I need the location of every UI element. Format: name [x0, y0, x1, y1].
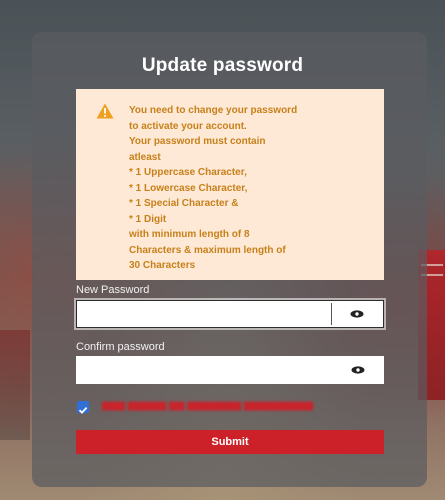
- confirm-password-label: Confirm password: [76, 341, 165, 353]
- checkmark-icon: [78, 406, 88, 414]
- eye-icon: [350, 310, 364, 318]
- remember-checkbox[interactable]: [77, 401, 89, 414]
- submit-button[interactable]: Submit: [76, 430, 384, 454]
- confirm-password-input[interactable]: [76, 356, 342, 384]
- alert-line: Your password must contain: [129, 136, 266, 147]
- show-new-password-button[interactable]: [331, 301, 383, 327]
- alert-line: * 1 Digit: [129, 213, 167, 225]
- alert-line: * 1 Special Character &: [129, 198, 239, 209]
- password-requirements-alert: You need to change your password to acti…: [76, 89, 384, 280]
- alert-line: You need to change your password: [129, 105, 298, 116]
- alert-line: Characters & maximum length of: [129, 244, 286, 256]
- alert-line: with minimum length of 8: [129, 229, 250, 240]
- alert-line: 30 Characters: [129, 260, 196, 271]
- alert-line: * 1 Uppercase Character,: [129, 167, 247, 178]
- warning-icon: [96, 103, 114, 119]
- page-title: Update password: [141, 55, 304, 76]
- alert-message: You need to change your password to acti…: [129, 103, 379, 274]
- alert-line: to activate your account.: [129, 120, 247, 132]
- new-password-field: [76, 300, 384, 328]
- eye-icon: [351, 366, 365, 374]
- alert-line: * 1 Lowercase Character,: [129, 182, 248, 194]
- background-shape-left: [0, 330, 30, 440]
- remember-row: ▆▆▆ ▆▆▆▆▆ ▆▆ ▆▆▆▆▆▆▆ ▆▆▆▆▆▆▆▆▆: [76, 400, 384, 415]
- show-confirm-password-button[interactable]: [332, 356, 384, 384]
- new-password-input[interactable]: [77, 301, 343, 327]
- remember-label-blurred: ▆▆▆ ▆▆▆▆▆ ▆▆ ▆▆▆▆▆▆▆ ▆▆▆▆▆▆▆▆▆: [102, 400, 314, 411]
- alert-line: atleast: [129, 151, 161, 163]
- confirm-password-field: [76, 356, 384, 384]
- new-password-label: New Password: [76, 284, 150, 296]
